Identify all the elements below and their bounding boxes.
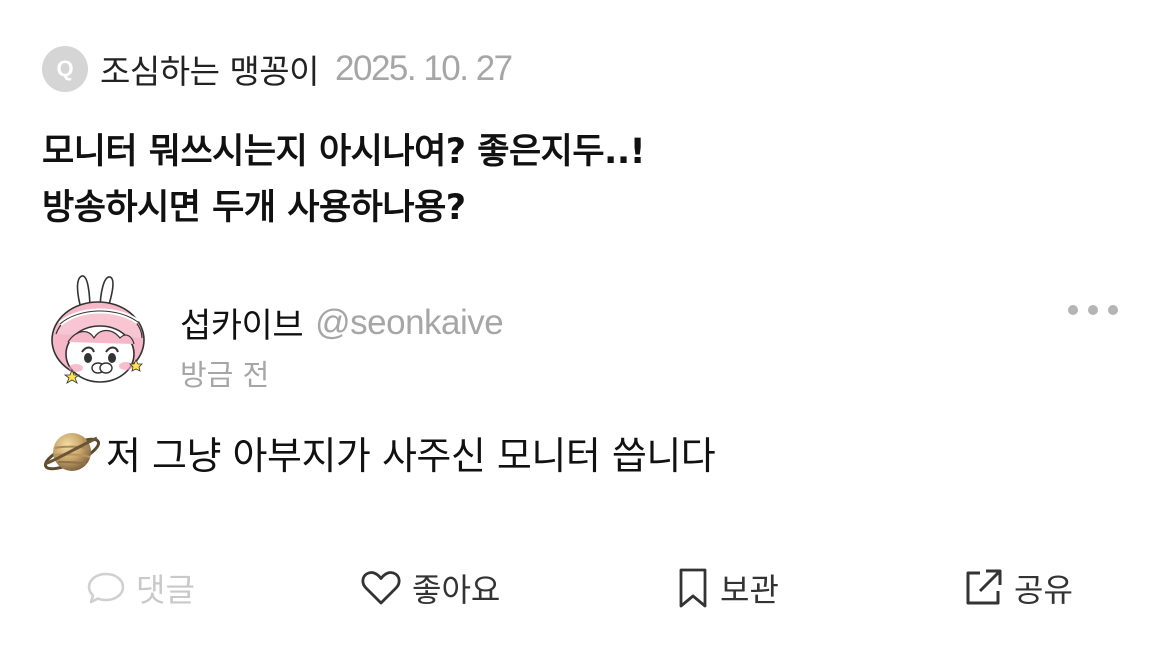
question-badge-icon: Q [42,46,88,92]
author-name[interactable]: 섭카이브 [180,298,304,347]
more-options-button[interactable] [1068,296,1118,324]
share-label: 공유 [1014,571,1073,609]
heart-icon [361,571,401,605]
comment-label: 댓글 [136,571,195,609]
share-button[interactable]: 공유 [962,560,1073,616]
question-header: Q 조심하는 맹꽁이 2025. 10. 27 [42,44,513,94]
question-line: 모니터 뭐쓰시는지 아시나여? 좋은지두..! [42,132,646,172]
question-date: 2025. 10. 27 [335,49,513,88]
comment-button[interactable]: 댓글 [86,560,195,616]
asker-name[interactable]: 조심하는 맹꽁이 [100,45,320,93]
save-button[interactable]: 보관 [676,560,779,616]
post-time: 방금 전 [180,358,270,392]
author-line: 섭카이브 @seonkaive [180,298,504,347]
bunny-avatar-icon [51,275,145,384]
answer-text: 저 그냥 아부지가 사주신 모니터 씁니다 [106,433,716,478]
question-text: 모니터 뭐쓰시는지 아시나여? 좋은지두..! 방송하시면 두개 사용하나용? [42,124,1122,236]
like-label: 좋아요 [412,571,501,609]
author-handle[interactable]: @seonkaive [315,303,504,343]
bookmark-icon [679,568,707,608]
answer-line: 저 그냥 아부지가 사주신 모니터 씁니다 [42,424,716,480]
ringed-planet-icon [43,433,101,471]
question-line: 방송하시면 두개 사용하나용? [42,188,466,228]
more-dot-icon [1068,305,1078,315]
speech-bubble-icon [87,572,125,604]
more-dot-icon [1108,305,1118,315]
share-external-icon [966,569,1002,605]
like-button[interactable]: 좋아요 [360,560,500,616]
question-badge-label: Q [56,56,74,81]
more-dot-icon [1088,305,1098,315]
author-avatar[interactable] [42,272,154,390]
save-label: 보관 [720,571,779,609]
